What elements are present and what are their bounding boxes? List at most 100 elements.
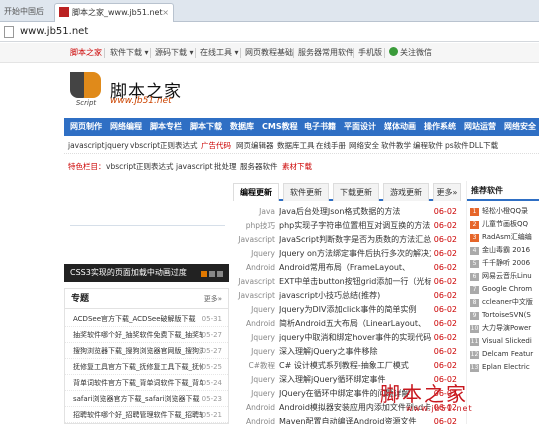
mainnav-item[interactable]: 媒体动画 — [384, 118, 416, 136]
software-name[interactable]: 网易云音乐Linu — [482, 270, 532, 283]
table-row[interactable]: Android Android常用布局（FrameLayout、 06-02 — [233, 261, 461, 275]
sublink[interactable]: javascript — [176, 158, 213, 175]
software-name[interactable]: Eplan Electric — [482, 361, 530, 374]
list-item[interactable]: 3 RadAsm汇编编 — [467, 231, 539, 244]
table-row[interactable]: Jquery Jquery为DIV添加click事件的简单实例 06-02 — [233, 303, 461, 317]
topnav-online-tools[interactable]: 在线工具 ▾ — [200, 43, 239, 63]
row-category[interactable]: php技巧 — [233, 219, 275, 233]
list-item[interactable]: 5 千千静听 2006 — [467, 257, 539, 270]
sublink[interactable]: 网络安全 — [349, 137, 379, 154]
list-item[interactable]: 招聘软件哪个好_招聘管理软件下载_招聘软 05-21 — [65, 407, 228, 423]
sublink[interactable]: 网页编辑器 — [236, 137, 274, 154]
list-item[interactable]: 12 Delcam Featur — [467, 348, 539, 361]
row-category[interactable]: Java — [233, 205, 275, 219]
topnav-wechat[interactable]: 关注微信 — [389, 43, 432, 63]
tab-more[interactable]: 更多» — [433, 183, 461, 201]
topnav-home[interactable]: 脚本之家 — [70, 43, 102, 63]
list-item[interactable]: 11 Visual Slickedi — [467, 335, 539, 348]
mainnav-item[interactable]: 脚本下载 — [190, 118, 222, 136]
row-category[interactable]: Android — [233, 415, 275, 424]
browser-tab-1[interactable]: 开始中国后 — [0, 3, 54, 22]
list-item[interactable]: 1 轻松小橙QQ录 — [467, 205, 539, 218]
sublink[interactable]: 广告代码 — [201, 137, 231, 154]
topic-item-title[interactable]: 抽奖软件哪个好_抽奖软件免费下载_抽奖软件 — [73, 327, 203, 343]
mainnav-item[interactable]: 脚本专栏 — [150, 118, 182, 136]
table-row[interactable]: Jquery Jquery on方法绑定事件后执行多次的解决方 06-02 — [233, 247, 461, 261]
software-name[interactable]: 千千静听 2006 — [482, 257, 530, 270]
table-row[interactable]: Jquery jquery中取消和绑定hover事件的实现代码 06-02 — [233, 331, 461, 345]
close-tab-icon[interactable]: × — [162, 4, 169, 22]
row-title[interactable]: php实现子字符串位置相互对调互换的方法 — [279, 219, 431, 233]
row-category[interactable]: Jquery — [233, 247, 275, 261]
software-name[interactable]: 金山毒霸 2016 — [482, 244, 530, 257]
topic-item-title[interactable]: 背单词软件官方下载_背单词软件下载_背单词 — [73, 375, 203, 391]
software-name[interactable]: ccleaner中文版 — [482, 296, 533, 309]
browser-tab-active[interactable]: 脚本之家_www.jb51.net × — [54, 3, 174, 22]
list-item[interactable]: 6 网易云音乐Linu — [467, 270, 539, 283]
topnav-software-download[interactable]: 软件下载 ▾ — [110, 43, 149, 63]
sublink[interactable]: 正则表达式 — [136, 158, 174, 175]
banner-dot[interactable] — [201, 271, 207, 277]
topic-item-title[interactable]: 招聘软件哪个好_招聘管理软件下载_招聘软 — [73, 407, 203, 423]
list-item[interactable]: 2 儿童节画板QQ — [467, 218, 539, 231]
row-title[interactable]: jquery中取消和绑定hover事件的实现代码 — [279, 331, 431, 345]
topic-item-title[interactable]: ACDSee官方下载_ACDSee破解版下载 — [73, 311, 203, 327]
row-category[interactable]: Jquery — [233, 373, 275, 387]
row-category[interactable]: Android — [233, 401, 275, 415]
mainnav-item[interactable]: 网络编程 — [110, 118, 142, 136]
list-item[interactable]: 8 ccleaner中文版 — [467, 296, 539, 309]
row-title[interactable]: Jquery on方法绑定事件后执行多次的解决方 — [279, 247, 431, 261]
software-name[interactable]: 儿童节画板QQ — [482, 218, 528, 231]
sublink[interactable]: vbscript — [106, 158, 136, 175]
topnav-source-download[interactable]: 源码下载 ▾ — [155, 43, 194, 63]
row-category[interactable]: Jquery — [233, 303, 275, 317]
sublink[interactable]: 批处理 — [214, 158, 237, 175]
list-item[interactable]: 抽奖软件哪个好_抽奖软件免费下载_抽奖软件 05-27 — [65, 327, 228, 343]
software-name[interactable]: 轻松小橙QQ录 — [482, 205, 528, 218]
software-name[interactable]: RadAsm汇编编 — [482, 231, 532, 244]
mainnav-item[interactable]: 数据库 — [230, 118, 254, 136]
software-name[interactable]: Google Chrom — [482, 283, 532, 296]
list-item[interactable]: 背单词软件官方下载_背单词软件下载_背单词 05-24 — [65, 375, 228, 391]
banner-dot[interactable] — [217, 271, 223, 277]
row-category[interactable]: Javascript — [233, 275, 275, 289]
table-row[interactable]: Javascript javascript小技巧总结(推荐) 06-02 — [233, 289, 461, 303]
row-title[interactable]: 简析Android五大布局（LinearLayout、 — [279, 317, 431, 331]
mainnav-item[interactable]: 网页制作 — [70, 118, 102, 136]
table-row[interactable]: Jquery 深入理解jQuery之事件移除 06-02 — [233, 345, 461, 359]
row-title[interactable]: javascript小技巧总结(推荐) — [279, 289, 431, 303]
list-item[interactable]: 13 Eplan Electric — [467, 361, 539, 374]
sublink[interactable]: 数据库工具 — [277, 137, 315, 154]
sublink[interactable]: jquery — [105, 137, 129, 154]
row-category[interactable]: Jquery — [233, 387, 275, 401]
table-row[interactable]: php技巧 php实现子字符串位置相互对调互换的方法 06-02 — [233, 219, 461, 233]
mainnav-item[interactable]: 平面设计 — [344, 118, 376, 136]
sublink[interactable]: ps软件 — [445, 137, 469, 154]
sublink[interactable]: 软件教学 — [381, 137, 411, 154]
topnav-web-tutorial[interactable]: 网页教程基础 — [245, 43, 293, 63]
list-item[interactable]: 7 Google Chrom — [467, 283, 539, 296]
row-title[interactable]: 深入理解jQuery之事件移除 — [279, 345, 431, 359]
topic-more-link[interactable]: 更多» — [204, 289, 222, 309]
table-row[interactable]: Java Java后台处理Json格式数据的方法 06-02 — [233, 205, 461, 219]
list-item[interactable]: 9 TortoiseSVN(S — [467, 309, 539, 322]
tab-game-updates[interactable]: 游戏更新 — [383, 183, 429, 201]
row-category[interactable]: Android — [233, 317, 275, 331]
table-row[interactable]: Javascript EXT中单击button按钮grid添加一行（光标位 06-0… — [233, 275, 461, 289]
sublink[interactable]: DLL下载 — [469, 137, 498, 154]
site-logo[interactable]: Script — [70, 72, 102, 110]
row-title[interactable]: EXT中单击button按钮grid添加一行（光标位 — [279, 275, 431, 289]
row-category[interactable]: Javascript — [233, 289, 275, 303]
mainnav-item[interactable]: CMS教程 — [262, 118, 298, 136]
sublink[interactable]: 在线手册 — [316, 137, 346, 154]
sublink[interactable]: 编程软件 — [413, 137, 443, 154]
address-url[interactable]: www.jb51.net — [20, 25, 88, 39]
sublink[interactable]: 素材下载 — [282, 158, 312, 175]
row-category[interactable]: C#教程 — [233, 359, 275, 373]
software-name[interactable]: TortoiseSVN(S — [482, 309, 531, 322]
software-name[interactable]: 大力导演Power — [482, 322, 531, 335]
sublink[interactable]: 正则表达式 — [160, 137, 198, 154]
tab-code-updates[interactable]: 编程更新 — [233, 183, 279, 201]
sublink[interactable]: javascript — [68, 137, 105, 154]
topic-item-title[interactable]: 搜狗浏览器下载_搜狗浏览器官网版_搜狗浏览 — [73, 343, 203, 359]
